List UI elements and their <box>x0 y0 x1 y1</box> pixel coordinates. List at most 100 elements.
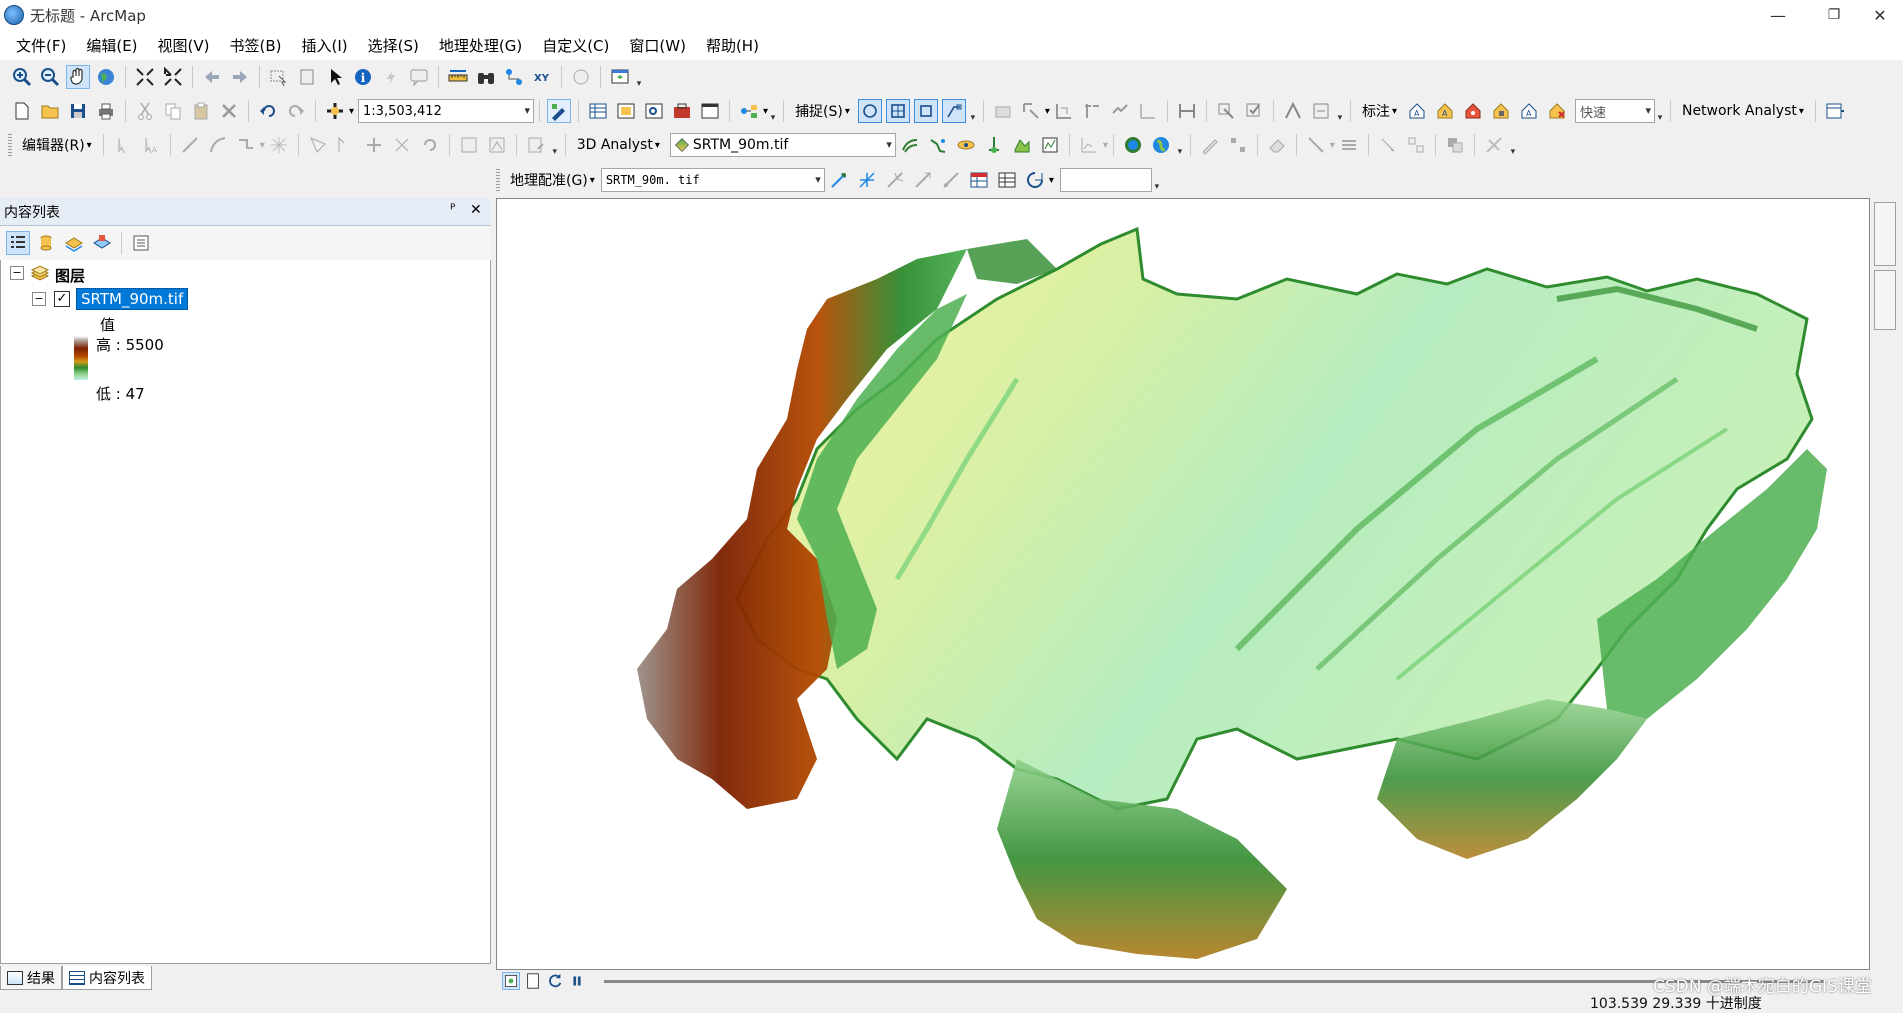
collapse-layer-toggle[interactable]: − <box>32 292 46 306</box>
steepest-path-icon[interactable] <box>926 133 950 157</box>
delete-icon[interactable] <box>217 99 241 123</box>
menu-customize[interactable]: 自定义(C) <box>532 35 619 56</box>
topology-icon[interactable] <box>1019 99 1043 123</box>
new-document-icon[interactable] <box>10 99 34 123</box>
select-by-rectangle-icon[interactable] <box>267 65 291 89</box>
menu-windows[interactable]: 窗口(W) <box>619 35 696 56</box>
georeferencing-menu[interactable]: 地理配准(G) ▾ <box>504 170 601 190</box>
add-data-dropdown-icon[interactable]: ▾ <box>349 106 354 117</box>
arcscene-icon[interactable] <box>1121 133 1145 157</box>
georef-transparency-field[interactable] <box>1059 168 1152 192</box>
vectorization-settings-icon[interactable] <box>1443 133 1467 157</box>
layer-name-srtm[interactable]: SRTM_90m.tif <box>76 288 189 310</box>
copy-icon[interactable] <box>161 99 185 123</box>
layout-view-icon[interactable] <box>524 972 542 990</box>
search-dock-tab[interactable] <box>1874 270 1896 330</box>
go-to-xy-icon[interactable]: XY <box>530 65 554 89</box>
cad-icon[interactable] <box>991 99 1015 123</box>
map-display[interactable] <box>496 198 1870 970</box>
menu-bookmarks[interactable]: 书签(B) <box>220 35 292 56</box>
sketch-properties-icon[interactable] <box>485 133 509 157</box>
shift-raster-icon[interactable] <box>855 168 879 192</box>
point-tool-icon[interactable] <box>267 133 291 157</box>
cut-icon[interactable] <box>133 99 157 123</box>
toc-options-icon[interactable] <box>129 231 153 255</box>
edge-snapping-icon[interactable] <box>941 99 966 123</box>
scale-raster-icon[interactable] <box>883 168 907 192</box>
eraser-icon[interactable] <box>1265 133 1289 157</box>
refresh-icon[interactable] <box>546 972 564 990</box>
toolbar-overflow-icon[interactable]: ▾ <box>1152 168 1162 192</box>
close-button[interactable]: ✕ <box>1857 0 1903 30</box>
chevron-down-icon[interactable]: ▾ <box>260 140 265 151</box>
parcel-icon[interactable] <box>1052 99 1076 123</box>
attributes-icon[interactable] <box>457 133 481 157</box>
view-unplaced-labels-icon[interactable]: A <box>1517 99 1541 123</box>
identify-icon[interactable]: i <box>351 65 375 89</box>
toolbar-overflow-icon[interactable]: ▾ <box>1175 133 1185 157</box>
create-features-icon[interactable] <box>524 133 548 157</box>
rotate-raster-icon[interactable] <box>827 168 851 192</box>
arctoolbox-icon[interactable] <box>670 99 694 123</box>
end-point-arc-icon[interactable] <box>206 133 230 157</box>
list-by-drawing-order-icon[interactable] <box>6 231 30 255</box>
lock-labels-icon[interactable] <box>1489 99 1513 123</box>
toolbar-overflow-icon[interactable]: ▾ <box>768 99 778 123</box>
schematic-icon[interactable] <box>1309 99 1333 123</box>
toolbar-overflow-icon[interactable]: ▾ <box>1655 99 1665 123</box>
srtm-elevation-map[interactable] <box>497 199 1869 969</box>
toolbar-overflow-icon[interactable]: ▾ <box>968 99 978 123</box>
trace-icon[interactable] <box>234 133 258 157</box>
draw-vertex-icon[interactable] <box>1226 133 1250 157</box>
restore-button[interactable]: ❐ <box>1811 0 1857 30</box>
line-vectorize-icon[interactable] <box>1304 133 1328 157</box>
edit-vertices-icon[interactable] <box>306 133 330 157</box>
map-scale-combo[interactable]: 1:3,503,412 ▾ <box>358 99 535 123</box>
add-control-points-icon[interactable] <box>911 168 935 192</box>
point-snapping-icon[interactable] <box>857 99 882 123</box>
profile-graph-icon[interactable] <box>982 133 1006 157</box>
generate-features-icon[interactable] <box>1482 133 1506 157</box>
toolbar-grip[interactable] <box>496 169 500 191</box>
menu-edit[interactable]: 编辑(E) <box>76 35 147 56</box>
toolbar-overflow-icon[interactable]: ▾ <box>1335 99 1345 123</box>
menu-geoprocessing[interactable]: 地理处理(G) <box>429 35 532 56</box>
print-icon[interactable] <box>94 99 118 123</box>
pan-hand-icon[interactable] <box>66 65 90 89</box>
menu-file[interactable]: 文件(F) <box>6 35 76 56</box>
chevron-down-icon[interactable]: ▾ <box>1330 140 1335 151</box>
model-builder-icon[interactable] <box>737 99 761 123</box>
label-quality-combo[interactable]: 快速 ▾ <box>1574 99 1655 123</box>
select-link-icon[interactable] <box>939 168 963 192</box>
paste-icon[interactable] <box>189 99 213 123</box>
pause-drawing-icon[interactable] <box>568 972 586 990</box>
line-of-sight-icon[interactable] <box>954 133 978 157</box>
contour-icon[interactable] <box>898 133 922 157</box>
straight-segment-icon[interactable] <box>178 133 202 157</box>
catalog-dock-tab[interactable] <box>1874 202 1896 266</box>
split-tool-icon[interactable] <box>390 133 414 157</box>
time-slider-icon[interactable] <box>569 65 593 89</box>
collapse-layers-toggle[interactable]: − <box>10 266 24 280</box>
clear-selection-icon[interactable] <box>295 65 319 89</box>
chevron-down-icon[interactable]: ▾ <box>1045 106 1050 117</box>
add-data-icon[interactable] <box>323 99 347 123</box>
profile-chart-icon[interactable] <box>1077 133 1101 157</box>
link-table-icon[interactable] <box>995 168 1019 192</box>
create-profile-graph-icon[interactable] <box>1038 133 1062 157</box>
network-analyst-menu[interactable]: Network Analyst ▾ <box>1676 103 1810 119</box>
cell-selection-icon[interactable] <box>1376 133 1400 157</box>
undo-icon[interactable] <box>256 99 280 123</box>
edit-annotation-icon[interactable]: A <box>139 133 163 157</box>
hyperlink-icon[interactable] <box>379 65 403 89</box>
fixed-zoom-out-icon[interactable] <box>161 65 185 89</box>
link-tool-icon[interactable] <box>1108 99 1132 123</box>
end-snapping-icon[interactable] <box>885 99 910 123</box>
open-folder-icon[interactable] <box>38 99 62 123</box>
create-viewer-window-icon[interactable] <box>608 65 632 89</box>
menu-help[interactable]: 帮助(H) <box>696 35 769 56</box>
list-by-source-icon[interactable] <box>34 231 58 255</box>
measure-icon[interactable] <box>446 65 470 89</box>
fixed-zoom-in-icon[interactable] <box>133 65 157 89</box>
list-by-selection-icon[interactable] <box>90 231 114 255</box>
